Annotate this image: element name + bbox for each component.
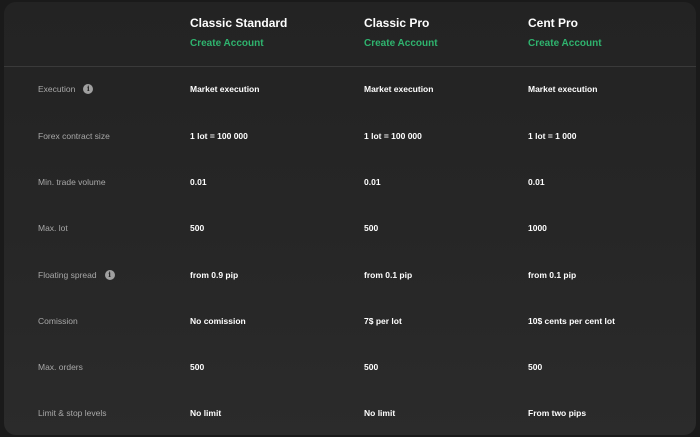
- cell-value: 500: [364, 223, 379, 233]
- row-label-text: Execution: [38, 84, 76, 94]
- account-comparison-table: Classic Standard Create Account Classic …: [4, 2, 696, 435]
- row-label-comission: Comission: [38, 315, 78, 327]
- cell-value: Market execution: [190, 84, 260, 94]
- plan-name: Classic Pro: [364, 16, 430, 30]
- cell-value: 7$ per lot: [364, 316, 402, 326]
- cell-value: 0.01: [190, 177, 207, 187]
- row-label-max-orders: Max. orders: [38, 361, 83, 373]
- cell-value: From two pips: [528, 408, 587, 418]
- header-divider: [4, 66, 696, 67]
- cell-value: 1000: [528, 223, 547, 233]
- info-icon[interactable]: i: [83, 84, 94, 94]
- cell-value: 500: [528, 362, 543, 372]
- cell-value: from 0.1 pip: [528, 270, 577, 280]
- cell-value: 1 lot = 100 000: [364, 131, 422, 141]
- plan-name: Cent Pro: [528, 16, 579, 30]
- create-account-button[interactable]: Create Account: [190, 38, 264, 50]
- cell-value: No comission: [190, 316, 246, 326]
- cell-value: 0.01: [528, 177, 545, 187]
- cell-value: from 0.9 pip: [190, 270, 239, 280]
- plan-header-classic-standard: Classic Standard Create Account: [190, 16, 287, 51]
- cell-value: 500: [364, 362, 379, 372]
- row-label-text: Limit & stop levels: [38, 408, 107, 418]
- plan-header-cent-pro: Cent Pro Create Account: [528, 16, 602, 51]
- cell-value: from 0.1 pip: [364, 270, 413, 280]
- cell-value: 1 lot = 1 000: [528, 131, 577, 141]
- cell-value: Market execution: [364, 84, 434, 94]
- cell-value: Market execution: [528, 84, 598, 94]
- cell-value: 500: [190, 362, 205, 372]
- row-label-forex-contract-size: Forex contract size: [38, 130, 110, 142]
- cell-value: No limit: [364, 408, 396, 418]
- row-label-text: Floating spread: [38, 270, 97, 280]
- create-account-button[interactable]: Create Account: [364, 38, 438, 50]
- row-label-text: Max. lot: [38, 223, 68, 233]
- cell-value: 500: [190, 223, 205, 233]
- cell-value: No limit: [190, 408, 222, 418]
- create-account-button[interactable]: Create Account: [528, 38, 602, 50]
- row-label-text: Min. trade volume: [38, 177, 106, 187]
- row-label-min-trade-volume: Min. trade volume: [38, 176, 106, 188]
- plan-name: Classic Standard: [190, 16, 288, 30]
- cell-value: 10$ cents per cent lot: [528, 316, 615, 326]
- row-label-limit-stop-levels: Limit & stop levels: [38, 407, 107, 419]
- info-icon[interactable]: i: [104, 270, 115, 280]
- cell-value: 1 lot = 100 000: [190, 131, 248, 141]
- row-label-text: Comission: [38, 316, 78, 326]
- row-label-floating-spread: Floating spread i: [38, 269, 115, 281]
- row-label-text: Forex contract size: [38, 131, 110, 141]
- row-label-execution: Execution i: [38, 83, 94, 95]
- row-label-text: Max. orders: [38, 362, 83, 372]
- row-label-max-lot: Max. lot: [38, 222, 68, 234]
- cell-value: 0.01: [364, 177, 381, 187]
- plan-header-classic-pro: Classic Pro Create Account: [364, 16, 438, 51]
